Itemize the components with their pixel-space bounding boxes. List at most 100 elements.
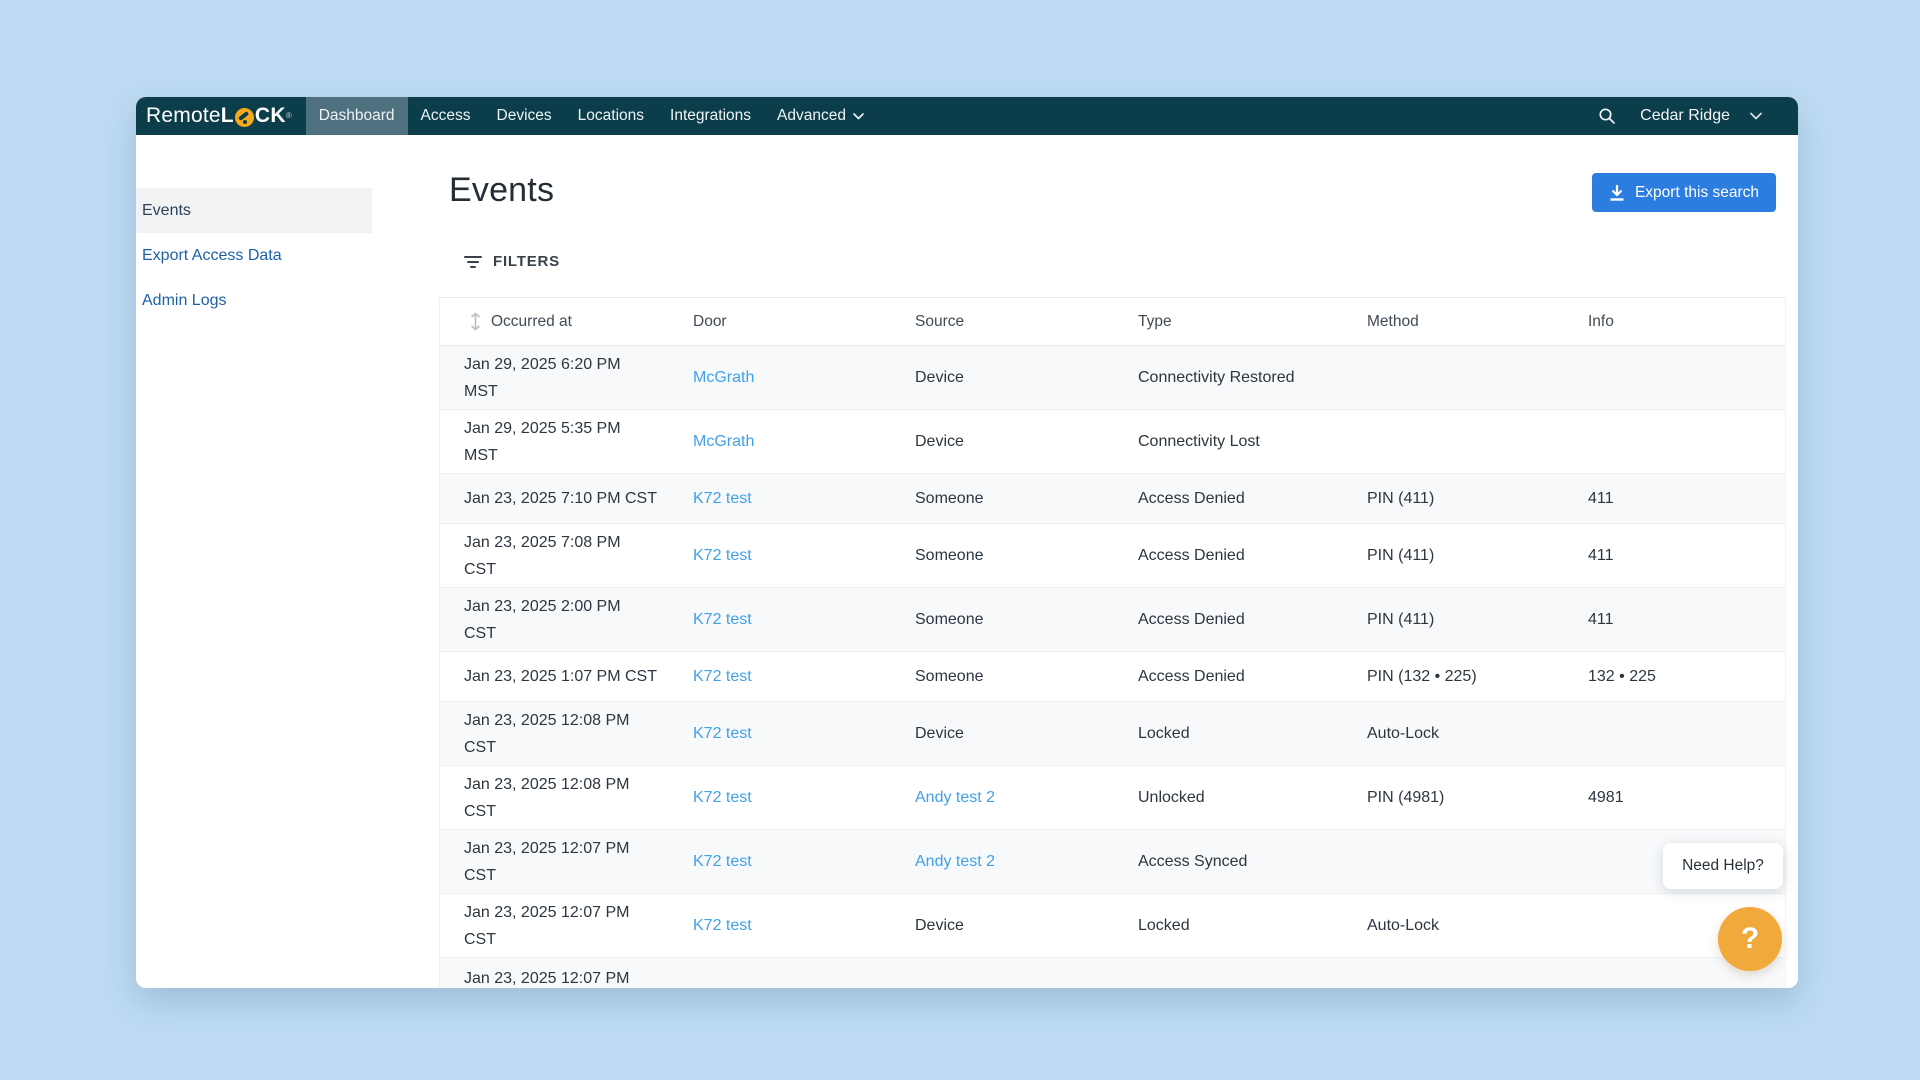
occurred-at-cell: Jan 29, 2025 5:35 PMMST xyxy=(440,415,693,469)
door-link[interactable]: K72 test xyxy=(693,725,752,742)
type-value: Access Synced xyxy=(1138,853,1247,870)
source-value: Device xyxy=(915,917,964,934)
nav-item-dashboard[interactable]: Dashboard xyxy=(306,97,408,135)
column-header-door: Door xyxy=(693,313,915,331)
source-cell: Device xyxy=(915,433,1138,451)
main-content: Events Export this search FILTERS Occurr… xyxy=(372,135,1798,988)
info-value: 132 • 225 xyxy=(1588,668,1656,685)
column-header-method: Method xyxy=(1367,313,1588,331)
sidebar-item-admin-logs[interactable]: Admin Logs xyxy=(136,278,372,323)
nav-item-advanced[interactable]: Advanced xyxy=(764,97,877,135)
chevron-down-icon xyxy=(1750,112,1762,120)
table-row: Jan 23, 2025 12:08 PMCSTK72 test Device Lo… xyxy=(440,702,1785,766)
occurred-at-cell: Jan 23, 2025 12:08 PMCST xyxy=(440,707,693,761)
info-value: 411 xyxy=(1588,490,1614,507)
column-header-occurred-at[interactable]: Occurred at xyxy=(440,312,693,331)
info-value: 411 xyxy=(1588,611,1614,628)
source-cell: Someone xyxy=(915,611,1138,629)
occurred-at-cell: Jan 29, 2025 6:20 PMMST xyxy=(440,351,693,405)
app-window: RemoteLCK® Dashboard Access Devices Loca… xyxy=(136,97,1798,988)
events-table: Occurred at Door Source Type Method Info… xyxy=(439,297,1786,988)
table-row: Jan 29, 2025 6:20 PMMSTMcGrath Device Conn… xyxy=(440,346,1785,410)
table-row: Jan 23, 2025 7:10 PM CSTK72 testSomeoneA… xyxy=(440,474,1785,524)
type-cell: Connectivity Lost xyxy=(1138,433,1367,451)
export-search-label: Export this search xyxy=(1635,184,1759,202)
export-search-button[interactable]: Export this search xyxy=(1592,173,1776,212)
type-cell: Access Denied xyxy=(1138,547,1367,565)
info-value: 411 xyxy=(1588,547,1614,564)
door-link[interactable]: K72 test xyxy=(693,490,752,507)
nav-item-integrations[interactable]: Integrations xyxy=(657,97,764,135)
source-link[interactable]: Andy test 2 xyxy=(915,789,995,806)
nav-item-access[interactable]: Access xyxy=(408,97,484,135)
nav-item-devices[interactable]: Devices xyxy=(484,97,565,135)
method-value: PIN (411) xyxy=(1367,490,1434,507)
door-link[interactable]: K72 test xyxy=(693,789,752,806)
filters-label: FILTERS xyxy=(493,253,560,270)
occurred-at-cell: Jan 23, 2025 12:08 PMCST xyxy=(440,771,693,825)
filters-toggle[interactable]: FILTERS xyxy=(464,253,560,270)
occurred-at-cell: Jan 23, 2025 1:07 PM CST xyxy=(440,663,693,690)
method-value: PIN (411) xyxy=(1367,611,1434,628)
door-cell: K72 test xyxy=(693,490,915,508)
column-header-type: Type xyxy=(1138,313,1367,331)
source-value: Device xyxy=(915,369,964,386)
navbar-right: Cedar Ridge xyxy=(1598,97,1762,135)
need-help-tooltip: Need Help? xyxy=(1663,843,1783,889)
door-cell xyxy=(693,958,915,965)
info-cell: 132 • 225 xyxy=(1588,668,1785,686)
source-value: Device xyxy=(915,725,964,742)
remotelock-logo[interactable]: RemoteLCK® xyxy=(146,97,292,135)
type-cell: Connectivity Restored xyxy=(1138,369,1367,387)
sort-icon[interactable] xyxy=(469,312,482,331)
door-link[interactable]: K72 test xyxy=(693,547,752,564)
method-value: Auto-Lock xyxy=(1367,725,1439,742)
method-cell: PIN (4981) xyxy=(1367,789,1588,807)
top-navbar: RemoteLCK® Dashboard Access Devices Loca… xyxy=(136,97,1798,135)
door-link[interactable]: K72 test xyxy=(693,611,752,628)
source-cell: Andy test 2 xyxy=(915,789,1138,807)
table-row: Jan 23, 2025 12:07 PMCSTK72 testAndy tes… xyxy=(440,830,1785,894)
door-cell: McGrath xyxy=(693,433,915,451)
type-cell: Access Denied xyxy=(1138,611,1367,629)
method-cell: PIN (411) xyxy=(1367,547,1588,565)
type-cell: Access Synced xyxy=(1138,853,1367,871)
door-cell: K72 test xyxy=(693,725,915,743)
source-value: Device xyxy=(915,433,964,450)
method-value: Auto-Lock xyxy=(1367,917,1439,934)
sidebar-item-events[interactable]: Events xyxy=(136,188,372,233)
door-cell: K72 test xyxy=(693,547,915,565)
events-table-body: Jan 29, 2025 6:20 PMMSTMcGrathDeviceConn… xyxy=(440,346,1785,988)
account-name: Cedar Ridge xyxy=(1640,107,1730,125)
door-cell: McGrath xyxy=(693,369,915,387)
nav-menu: Dashboard Access Devices Locations Integ… xyxy=(306,97,877,135)
sidebar-item-export-access-data[interactable]: Export Access Data xyxy=(136,233,372,278)
source-value: Someone xyxy=(915,611,984,628)
door-link[interactable]: K72 test xyxy=(693,917,752,934)
source-link[interactable]: Andy test 2 xyxy=(915,853,995,870)
table-row: Jan 29, 2025 5:35 PMMSTMcGrath Device Conn… xyxy=(440,410,1785,474)
table-row: Jan 23, 2025 2:00 PMCSTK72 testSomeoneAc… xyxy=(440,588,1785,652)
door-cell: K72 test xyxy=(693,853,915,871)
door-link[interactable]: K72 test xyxy=(693,668,752,685)
type-value: Access Denied xyxy=(1138,611,1245,628)
type-cell xyxy=(1138,958,1367,965)
source-cell: Device xyxy=(915,917,1138,935)
source-value: Someone xyxy=(915,668,984,685)
door-link[interactable]: K72 test xyxy=(693,853,752,870)
source-cell: Andy test 2 xyxy=(915,853,1138,871)
type-value: Connectivity Lost xyxy=(1138,433,1260,450)
method-cell xyxy=(1367,958,1588,965)
account-menu[interactable]: Cedar Ridge xyxy=(1640,107,1762,125)
door-cell: K72 test xyxy=(693,668,915,686)
door-link[interactable]: McGrath xyxy=(693,369,754,386)
filter-icon xyxy=(464,255,482,269)
type-value: Access Denied xyxy=(1138,547,1245,564)
method-cell: Auto-Lock xyxy=(1367,725,1588,743)
help-button[interactable]: ? xyxy=(1718,907,1782,971)
type-cell: Locked xyxy=(1138,725,1367,743)
source-cell: Device xyxy=(915,369,1138,387)
door-link[interactable]: McGrath xyxy=(693,433,754,450)
search-icon[interactable] xyxy=(1598,107,1616,125)
nav-item-locations[interactable]: Locations xyxy=(565,97,657,135)
